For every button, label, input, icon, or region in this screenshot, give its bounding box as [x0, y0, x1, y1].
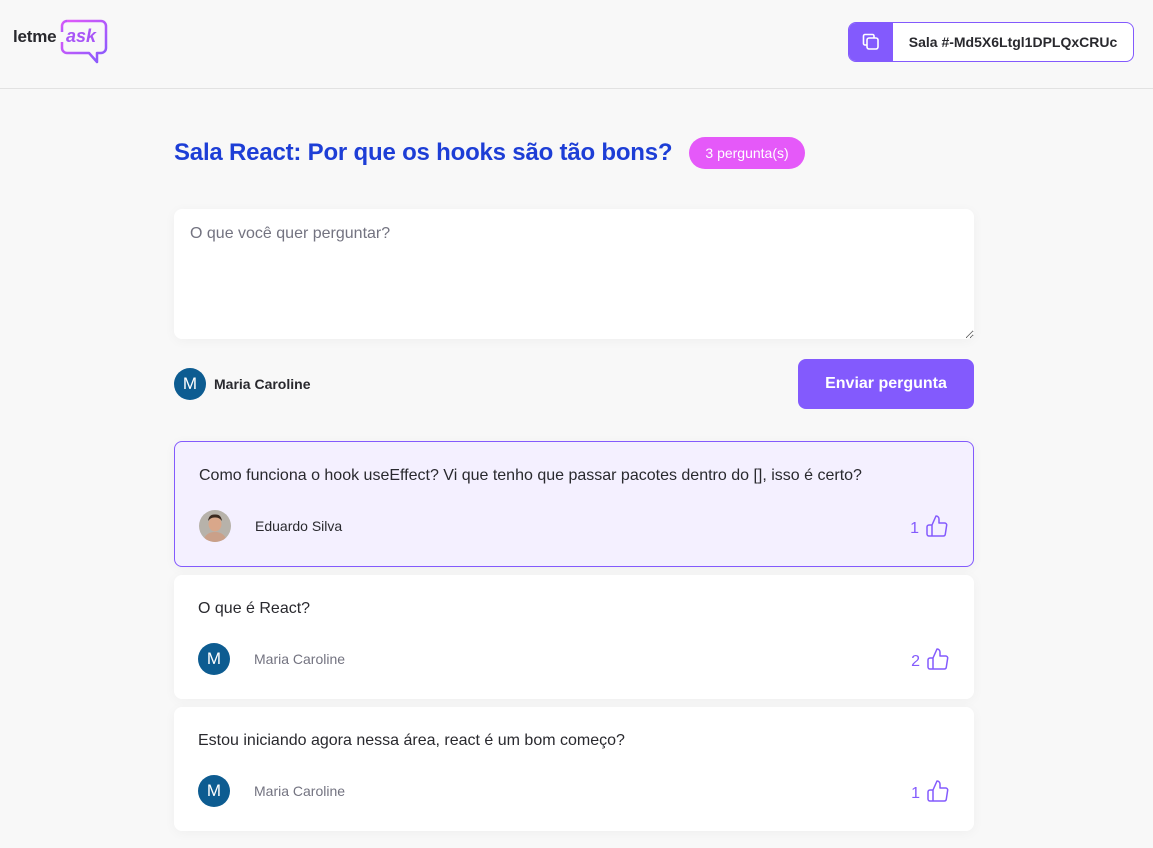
like-button[interactable]: 2	[911, 647, 950, 671]
like-count: 2	[911, 653, 920, 670]
like-count: 1	[910, 520, 919, 537]
copy-box[interactable]	[849, 23, 893, 61]
question-text: O que é React?	[198, 600, 311, 617]
question-card: Estou iniciando agora nessa área, react …	[174, 707, 974, 831]
room-title-row: Sala React: Por que os hooks são tão bon…	[174, 137, 805, 169]
send-question-button[interactable]: Enviar pergunta	[798, 359, 974, 409]
author-name: Maria Caroline	[254, 783, 346, 799]
question-card: O que é React? M Maria Caroline 2	[174, 575, 974, 699]
page-title: Sala React: Por que os hooks são tão bon…	[174, 139, 673, 166]
top-header: letme ask Sala #-Md5X6Ltgl1DPLQxCRUc	[0, 0, 1153, 89]
author-photo-avatar	[199, 510, 231, 542]
avatar: M	[174, 368, 206, 400]
form-footer: M Maria Caroline Enviar pergunta	[174, 359, 974, 409]
room-code-copy-button[interactable]: Sala #-Md5X6Ltgl1DPLQxCRUc	[848, 22, 1134, 62]
thumbs-up-icon	[927, 780, 949, 802]
question-input[interactable]	[174, 209, 974, 339]
letmeask-logo[interactable]: letme ask	[13, 18, 109, 64]
question-author: Eduardo Silva	[199, 510, 342, 542]
question-text: Como funciona o hook useEffect? Vi que t…	[199, 467, 862, 484]
current-user: M Maria Caroline	[174, 368, 310, 400]
like-count: 1	[911, 785, 920, 802]
current-user-name: Maria Caroline	[214, 376, 311, 392]
author-name: Eduardo Silva	[255, 518, 343, 534]
thumbs-up-icon	[926, 515, 948, 537]
author-name: Maria Caroline	[254, 651, 346, 667]
question-text: Estou iniciando agora nessa área, react …	[198, 732, 625, 749]
question-footer: M Maria Caroline 2	[198, 643, 950, 675]
question-author: M Maria Caroline	[198, 775, 345, 807]
logo-letme-text: letme	[13, 27, 57, 46]
like-button[interactable]: 1	[910, 514, 949, 538]
room-code-text: Sala #-Md5X6Ltgl1DPLQxCRUc	[908, 34, 1118, 50]
question-footer: Eduardo Silva 1	[199, 510, 949, 542]
question-author: M Maria Caroline	[198, 643, 345, 675]
question-footer: M Maria Caroline 1	[198, 775, 950, 807]
avatar: M	[198, 775, 230, 807]
question-count-badge: 3 pergunta(s)	[689, 137, 805, 169]
logo-ask-text: ask	[66, 26, 97, 46]
question-card: Como funciona o hook useEffect? Vi que t…	[174, 441, 974, 567]
thumbs-up-icon	[927, 648, 949, 670]
avatar: M	[198, 643, 230, 675]
question-list: Como funciona o hook useEffect? Vi que t…	[174, 441, 974, 839]
copy-icon	[862, 33, 879, 50]
like-button[interactable]: 1	[911, 779, 950, 803]
